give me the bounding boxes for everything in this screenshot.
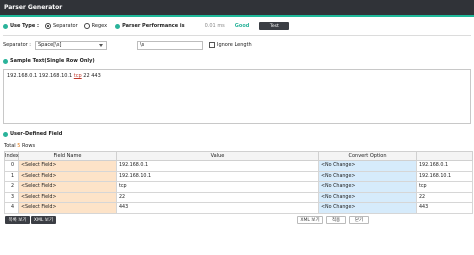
table-header-row: Index Field Name Value Convert Option [4,151,473,161]
row-index: 2 [4,181,19,193]
sample-text-highlight: tcp [73,73,82,79]
bullet-icon [3,58,8,64]
table-row: 3 <Select Field> 22 <No Change> 22 [4,191,473,203]
separator-row: Separator : Space[\s] \s Ignore Length [3,40,471,50]
convert-option-select[interactable]: <No Change> [318,191,417,203]
table-row: 2 <Select Field> tcp <No Change> tcp [4,181,473,193]
row-index: 1 [4,170,19,182]
performance-value: 0.01 ms [204,23,225,29]
field-name-select[interactable]: <Select Field> [18,181,117,193]
sample-textarea[interactable]: 192.168.0.1 192.168.10.1 tcp 22 443 [3,69,471,124]
separator-selected: Space[\s] [37,42,62,48]
sample-section-label: Sample Text(Single Row Only) [3,58,95,64]
separator-input-value: \s [139,42,145,48]
convert-option-select[interactable]: <No Change> [318,202,417,214]
table-row: 0 <Select Field> 192.168.0.1 <No Change>… [4,160,473,172]
field-value: tcp [116,181,319,193]
column-header: Value [116,151,319,161]
divider [3,35,471,36]
field-name-select[interactable]: <Select Field> [18,191,117,203]
bullet-icon [3,131,8,137]
window-title: Parser Generator [4,4,63,11]
radio-separator[interactable]: Separator [44,23,78,29]
bullet-icon [115,23,121,29]
total-suffix: Rows [20,143,36,149]
column-header: Convert Option [318,151,417,161]
list-view-button[interactable]: 목록 보기 [5,216,30,224]
separator-label: Separator : [3,42,31,48]
converted-value: 22 [416,191,473,203]
field-table: Index Field Name Value Convert Option 0 … [4,151,473,214]
field-name-select[interactable]: <Select Field> [18,202,117,214]
sample-text-part: 22 443 [81,73,101,79]
xml-view-button[interactable]: XML 보기 [31,216,56,224]
use-type-label: Use Type : [10,23,39,29]
column-header: Index [4,151,19,161]
row-index: 0 [4,160,19,172]
table-row: 1 <Select Field> 192.168.10.1 <No Change… [4,170,473,182]
close-button[interactable]: 닫기 [349,216,369,224]
convert-option-select[interactable]: <No Change> [318,181,417,193]
use-type-row: Use Type : Separator Regex Parser Perfor… [3,21,471,31]
radio-regex[interactable]: Regex [83,23,108,29]
ignore-length-label: Ignore Length [216,42,252,48]
converted-value: 192.168.0.1 [416,160,473,172]
field-name-select[interactable]: <Select Field> [18,160,117,172]
table-row: 4 <Select Field> 443 <No Change> 443 [4,202,473,214]
field-value: 192.168.10.1 [116,170,319,182]
row-index: 4 [4,202,19,214]
xml-save-button[interactable]: XML 보기 [297,216,323,224]
converted-value: 443 [416,202,473,214]
bullet-icon [3,23,8,29]
apply-button[interactable]: 적용 [326,216,346,224]
field-value: 22 [116,191,319,203]
user-defined-section-label: User-Defined Field [3,131,62,137]
convert-option-select[interactable]: <No Change> [318,160,417,172]
column-header: Field Name [18,151,117,161]
row-index: 3 [4,191,19,203]
test-button[interactable]: Test [259,22,290,30]
field-value: 192.168.0.1 [116,160,319,172]
radio-unchecked-icon[interactable] [83,23,90,29]
radio-separator-label: Separator [52,23,78,29]
user-defined-label: User-Defined Field [10,131,63,137]
separator-select[interactable]: Space[\s] [34,40,107,50]
convert-option-select[interactable]: <No Change> [318,170,417,182]
performance-label: Parser Performance is [122,23,185,29]
total-rows: Total 5 Rows [4,143,35,149]
sample-label: Sample Text(Single Row Only) [10,58,95,64]
converted-value: tcp [416,181,473,193]
title-accent-line [0,15,474,17]
radio-checked-icon[interactable] [44,23,51,29]
performance-status: Good [234,23,250,29]
title-bar: Parser Generator [0,0,474,15]
separator-input[interactable]: \s [136,40,203,50]
radio-regex-label: Regex [91,23,108,29]
converted-value: 192.168.10.1 [416,170,473,182]
column-header [416,151,473,161]
sample-text-part: 192.168.0.1 192.168.10.1 [7,73,74,79]
sample-text: 192.168.0.1 192.168.10.1 tcp 22 443 [7,73,101,79]
field-value: 443 [116,202,319,214]
chevron-down-icon [98,43,103,47]
field-name-select[interactable]: <Select Field> [18,170,117,182]
ignore-length-checkbox[interactable] [208,42,215,48]
total-prefix: Total [4,143,18,149]
